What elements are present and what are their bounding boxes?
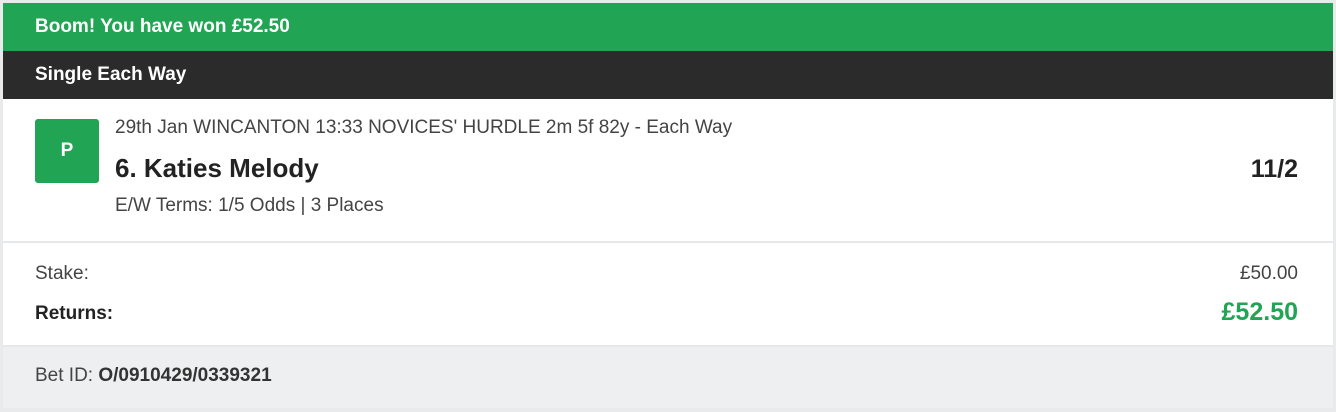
selection-odds: 11/2 <box>1250 155 1298 183</box>
bet-id-label: Bet ID: <box>35 365 94 386</box>
event-description: 29th Jan WINCANTON 13:33 NOVICES' HURDLE… <box>115 117 733 138</box>
returns-label: Returns: <box>35 303 114 324</box>
bet-id-value: O/0910429/0339321 <box>98 365 272 386</box>
stake-label: Stake: <box>35 263 89 284</box>
bet-id: Bet ID: O/0910429/0339321 <box>35 365 272 387</box>
runner-name: 6. Katies Melody <box>115 153 319 183</box>
returns-value: £52.50 <box>1221 298 1298 326</box>
bet-type-header: Single Each Way <box>3 51 1333 99</box>
bet-id-footer: Bet ID: O/0910429/0339321 <box>3 347 1333 408</box>
selection-row: P 29th Jan WINCANTON 13:33 NOVICES' HURD… <box>3 99 1333 243</box>
placed-status-badge: P <box>35 119 99 183</box>
win-banner: Boom! You have won £52.50 <box>3 3 1333 51</box>
bet-totals: Stake: £50.00 Returns: £52.50 <box>3 243 1333 347</box>
win-message: Boom! You have won £52.50 <box>35 16 290 37</box>
bet-type-label: Single Each Way <box>35 64 187 85</box>
bet-receipt-card: Boom! You have won £52.50 Single Each Wa… <box>3 3 1333 408</box>
stake-value: £50.00 <box>1239 263 1298 284</box>
each-way-terms: E/W Terms: 1/5 Odds | 3 Places <box>115 195 384 216</box>
